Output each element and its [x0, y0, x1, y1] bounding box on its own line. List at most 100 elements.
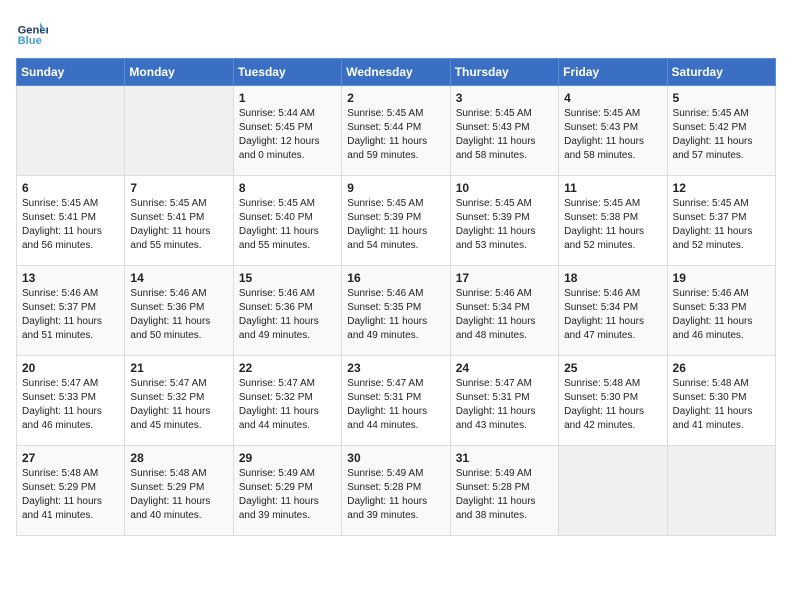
col-header-sunday: Sunday [17, 59, 125, 86]
cell-week2-day4: 9 Sunrise: 5:45 AMSunset: 5:39 PMDayligh… [342, 176, 450, 266]
cell-week2-day2: 7 Sunrise: 5:45 AMSunset: 5:41 PMDayligh… [125, 176, 233, 266]
day-info: Sunrise: 5:47 AMSunset: 5:31 PMDaylight:… [347, 377, 444, 433]
day-number: 30 [347, 451, 444, 465]
day-info: Sunrise: 5:45 AMSunset: 5:41 PMDaylight:… [22, 197, 119, 253]
day-number: 22 [239, 361, 336, 375]
day-info: Sunrise: 5:49 AMSunset: 5:29 PMDaylight:… [239, 467, 336, 523]
cell-week4-day1: 20 Sunrise: 5:47 AMSunset: 5:33 PMDaylig… [17, 356, 125, 446]
cell-week5-day5: 31 Sunrise: 5:49 AMSunset: 5:28 PMDaylig… [450, 446, 558, 536]
day-info: Sunrise: 5:46 AMSunset: 5:33 PMDaylight:… [673, 287, 770, 343]
cell-week4-day2: 21 Sunrise: 5:47 AMSunset: 5:32 PMDaylig… [125, 356, 233, 446]
day-number: 18 [564, 271, 661, 285]
day-number: 1 [239, 91, 336, 105]
week-row-1: 1 Sunrise: 5:44 AMSunset: 5:45 PMDayligh… [17, 86, 776, 176]
day-number: 4 [564, 91, 661, 105]
col-header-friday: Friday [559, 59, 667, 86]
cell-week5-day3: 29 Sunrise: 5:49 AMSunset: 5:29 PMDaylig… [233, 446, 341, 536]
day-number: 7 [130, 181, 227, 195]
day-info: Sunrise: 5:47 AMSunset: 5:32 PMDaylight:… [239, 377, 336, 433]
day-number: 9 [347, 181, 444, 195]
day-info: Sunrise: 5:45 AMSunset: 5:41 PMDaylight:… [130, 197, 227, 253]
day-info: Sunrise: 5:45 AMSunset: 5:39 PMDaylight:… [456, 197, 553, 253]
calendar-table: SundayMondayTuesdayWednesdayThursdayFrid… [16, 58, 776, 536]
week-row-3: 13 Sunrise: 5:46 AMSunset: 5:37 PMDaylig… [17, 266, 776, 356]
day-info: Sunrise: 5:45 AMSunset: 5:42 PMDaylight:… [673, 107, 770, 163]
day-info: Sunrise: 5:46 AMSunset: 5:35 PMDaylight:… [347, 287, 444, 343]
day-number: 23 [347, 361, 444, 375]
day-number: 8 [239, 181, 336, 195]
day-info: Sunrise: 5:45 AMSunset: 5:44 PMDaylight:… [347, 107, 444, 163]
day-number: 13 [22, 271, 119, 285]
day-number: 10 [456, 181, 553, 195]
day-number: 24 [456, 361, 553, 375]
day-number: 12 [673, 181, 770, 195]
day-number: 25 [564, 361, 661, 375]
day-info: Sunrise: 5:48 AMSunset: 5:29 PMDaylight:… [130, 467, 227, 523]
day-info: Sunrise: 5:46 AMSunset: 5:34 PMDaylight:… [456, 287, 553, 343]
day-info: Sunrise: 5:48 AMSunset: 5:30 PMDaylight:… [673, 377, 770, 433]
day-number: 20 [22, 361, 119, 375]
cell-week3-day5: 17 Sunrise: 5:46 AMSunset: 5:34 PMDaylig… [450, 266, 558, 356]
cell-week2-day1: 6 Sunrise: 5:45 AMSunset: 5:41 PMDayligh… [17, 176, 125, 266]
cell-week1-day7: 5 Sunrise: 5:45 AMSunset: 5:42 PMDayligh… [667, 86, 775, 176]
day-info: Sunrise: 5:44 AMSunset: 5:45 PMDaylight:… [239, 107, 336, 163]
header: General Blue [16, 16, 776, 48]
cell-week4-day6: 25 Sunrise: 5:48 AMSunset: 5:30 PMDaylig… [559, 356, 667, 446]
day-number: 29 [239, 451, 336, 465]
day-info: Sunrise: 5:48 AMSunset: 5:29 PMDaylight:… [22, 467, 119, 523]
cell-week1-day2 [125, 86, 233, 176]
cell-week5-day7 [667, 446, 775, 536]
svg-text:Blue: Blue [18, 35, 42, 47]
cell-week1-day5: 3 Sunrise: 5:45 AMSunset: 5:43 PMDayligh… [450, 86, 558, 176]
day-info: Sunrise: 5:46 AMSunset: 5:34 PMDaylight:… [564, 287, 661, 343]
day-number: 15 [239, 271, 336, 285]
day-number: 5 [673, 91, 770, 105]
col-header-wednesday: Wednesday [342, 59, 450, 86]
week-row-5: 27 Sunrise: 5:48 AMSunset: 5:29 PMDaylig… [17, 446, 776, 536]
col-header-monday: Monday [125, 59, 233, 86]
day-number: 14 [130, 271, 227, 285]
cell-week1-day4: 2 Sunrise: 5:45 AMSunset: 5:44 PMDayligh… [342, 86, 450, 176]
week-row-4: 20 Sunrise: 5:47 AMSunset: 5:33 PMDaylig… [17, 356, 776, 446]
day-info: Sunrise: 5:46 AMSunset: 5:37 PMDaylight:… [22, 287, 119, 343]
cell-week3-day4: 16 Sunrise: 5:46 AMSunset: 5:35 PMDaylig… [342, 266, 450, 356]
cell-week4-day7: 26 Sunrise: 5:48 AMSunset: 5:30 PMDaylig… [667, 356, 775, 446]
day-info: Sunrise: 5:45 AMSunset: 5:43 PMDaylight:… [456, 107, 553, 163]
day-info: Sunrise: 5:46 AMSunset: 5:36 PMDaylight:… [130, 287, 227, 343]
cell-week4-day4: 23 Sunrise: 5:47 AMSunset: 5:31 PMDaylig… [342, 356, 450, 446]
day-info: Sunrise: 5:45 AMSunset: 5:39 PMDaylight:… [347, 197, 444, 253]
day-info: Sunrise: 5:47 AMSunset: 5:31 PMDaylight:… [456, 377, 553, 433]
cell-week3-day2: 14 Sunrise: 5:46 AMSunset: 5:36 PMDaylig… [125, 266, 233, 356]
cell-week5-day6 [559, 446, 667, 536]
cell-week3-day7: 19 Sunrise: 5:46 AMSunset: 5:33 PMDaylig… [667, 266, 775, 356]
day-number: 17 [456, 271, 553, 285]
day-number: 3 [456, 91, 553, 105]
day-info: Sunrise: 5:45 AMSunset: 5:38 PMDaylight:… [564, 197, 661, 253]
day-number: 19 [673, 271, 770, 285]
day-info: Sunrise: 5:45 AMSunset: 5:37 PMDaylight:… [673, 197, 770, 253]
cell-week2-day3: 8 Sunrise: 5:45 AMSunset: 5:40 PMDayligh… [233, 176, 341, 266]
day-number: 26 [673, 361, 770, 375]
cell-week2-day7: 12 Sunrise: 5:45 AMSunset: 5:37 PMDaylig… [667, 176, 775, 266]
logo: General Blue [16, 16, 52, 48]
col-header-thursday: Thursday [450, 59, 558, 86]
day-number: 31 [456, 451, 553, 465]
cell-week4-day3: 22 Sunrise: 5:47 AMSunset: 5:32 PMDaylig… [233, 356, 341, 446]
day-info: Sunrise: 5:49 AMSunset: 5:28 PMDaylight:… [456, 467, 553, 523]
day-number: 21 [130, 361, 227, 375]
cell-week1-day3: 1 Sunrise: 5:44 AMSunset: 5:45 PMDayligh… [233, 86, 341, 176]
day-number: 27 [22, 451, 119, 465]
day-number: 2 [347, 91, 444, 105]
logo-icon: General Blue [16, 16, 48, 48]
day-info: Sunrise: 5:47 AMSunset: 5:33 PMDaylight:… [22, 377, 119, 433]
col-header-saturday: Saturday [667, 59, 775, 86]
day-info: Sunrise: 5:45 AMSunset: 5:43 PMDaylight:… [564, 107, 661, 163]
cell-week1-day6: 4 Sunrise: 5:45 AMSunset: 5:43 PMDayligh… [559, 86, 667, 176]
day-info: Sunrise: 5:47 AMSunset: 5:32 PMDaylight:… [130, 377, 227, 433]
col-header-tuesday: Tuesday [233, 59, 341, 86]
day-info: Sunrise: 5:45 AMSunset: 5:40 PMDaylight:… [239, 197, 336, 253]
day-number: 28 [130, 451, 227, 465]
cell-week5-day1: 27 Sunrise: 5:48 AMSunset: 5:29 PMDaylig… [17, 446, 125, 536]
cell-week3-day1: 13 Sunrise: 5:46 AMSunset: 5:37 PMDaylig… [17, 266, 125, 356]
day-info: Sunrise: 5:49 AMSunset: 5:28 PMDaylight:… [347, 467, 444, 523]
